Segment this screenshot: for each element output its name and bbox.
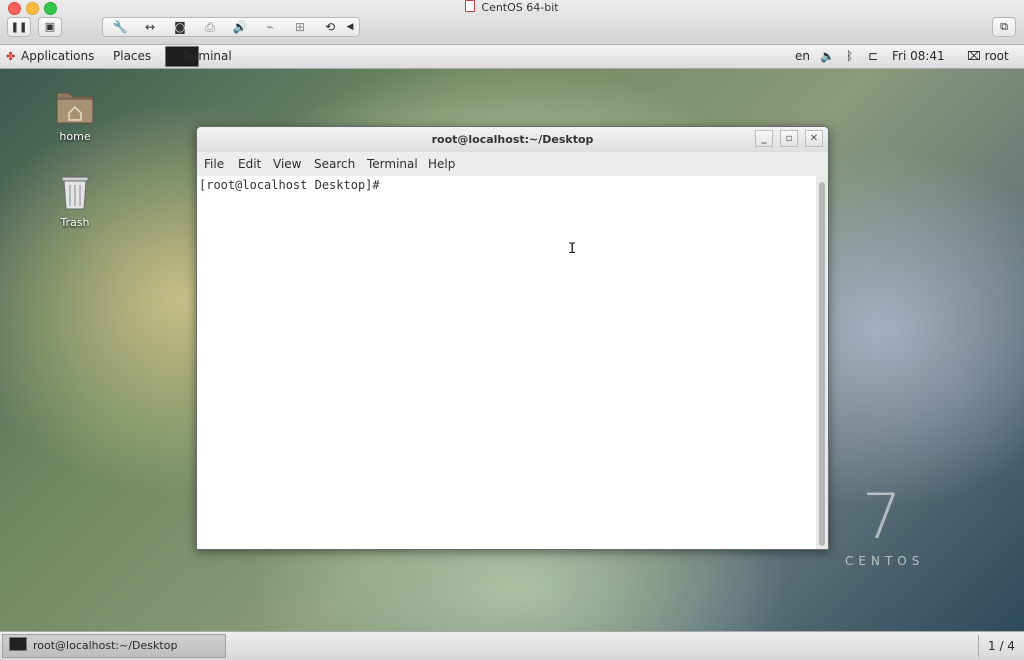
cd-disc-icon[interactable]: ◙ (167, 18, 193, 36)
menu-terminal[interactable]: Terminal (367, 152, 418, 176)
menu-edit[interactable]: Edit (238, 152, 261, 176)
clock-label: Fri 08:41 (892, 49, 945, 63)
user-icon: ⌧ (967, 49, 981, 63)
bluetooth-icon[interactable]: ᛒ (846, 45, 853, 68)
printer-icon[interactable]: ⎙ (197, 18, 223, 36)
scrollbar-thumb[interactable] (819, 182, 825, 546)
home-label: home (59, 130, 91, 143)
snapshot-button[interactable]: ▣ (38, 17, 62, 37)
gnome-bottom-panel: root@localhost:~/Desktop 1 / 4 (0, 631, 1024, 660)
vm-document-icon (465, 0, 476, 12)
user-menu[interactable]: ⌧ root (967, 45, 1009, 68)
lang-label: en (795, 49, 810, 63)
fullscreen-icon: ⧉ (1000, 20, 1008, 33)
network-icon[interactable]: ⊏ (868, 45, 878, 68)
keyboard-layout-indicator[interactable]: en (795, 45, 810, 68)
home-folder-icon[interactable]: home (40, 87, 110, 143)
places-label: Places (113, 49, 152, 63)
terminal-window[interactable]: root@localhost:~/Desktop _ ▫ ✕ File Edit… (196, 126, 829, 550)
menu-file[interactable]: File (204, 152, 224, 176)
menu-search[interactable]: Search (314, 152, 355, 176)
terminal-app-icon (9, 637, 27, 651)
trash-icon[interactable]: Trash (40, 173, 110, 229)
minimize-button[interactable]: _ (755, 130, 773, 147)
applications-menu[interactable]: ✤ Applications (6, 45, 94, 68)
maximize-button[interactable]: ▫ (780, 130, 798, 147)
collapse-arrow-icon[interactable]: ◀ (341, 18, 359, 36)
text-cursor-icon: I (568, 241, 577, 257)
terminal-task-label: Terminal (181, 49, 232, 63)
terminal-titlebar[interactable]: root@localhost:~/Desktop _ ▫ ✕ (197, 127, 828, 152)
taskbar-terminal-label: root@localhost:~/Desktop (33, 639, 178, 652)
trash-can-icon (61, 176, 89, 210)
taskbar-terminal-item[interactable]: root@localhost:~/Desktop (2, 634, 226, 658)
terminal-title: root@localhost:~/Desktop (431, 133, 594, 146)
snapshot-icon: ▣ (44, 20, 56, 33)
centos-logo-word: CENTOS (845, 554, 925, 568)
gnome-top-panel: ✤ Applications Places Terminal en 🔈 ᛒ ⊏ … (0, 45, 1024, 69)
clock[interactable]: Fri 08:41 (892, 45, 945, 68)
user-label: root (984, 49, 1009, 63)
network-arrows-icon[interactable]: ↔ (137, 18, 163, 36)
sound-icon[interactable]: 🔊 (227, 18, 253, 36)
gnome-foot-icon: ✤ (6, 50, 16, 63)
fullscreen-button[interactable]: ⧉ (992, 17, 1016, 37)
terminal-menubar: File Edit View Search Terminal Help (197, 152, 828, 177)
trash-label: Trash (60, 216, 90, 229)
refresh-icon[interactable]: ⟲ (317, 18, 343, 36)
terminal-scrollbar[interactable] (816, 176, 828, 549)
vm-host-titlebar: CentOS 64-bit ❚❚ ▣ 🔧 ↔ ◙ ⎙ 🔊 ⌁ ⊞ ⟲ ◀ ⧉ (0, 0, 1024, 45)
vm-title-text: CentOS 64-bit (481, 1, 559, 14)
terminal-text-area[interactable]: [root@localhost Desktop]# I (197, 176, 816, 549)
folder-icon (56, 92, 94, 124)
terminal-task-label-wrap[interactable]: Terminal (181, 45, 232, 68)
pause-button[interactable]: ❚❚ (7, 17, 31, 37)
volume-icon[interactable]: 🔈 (820, 45, 835, 68)
workspace-divider (978, 635, 979, 657)
workspace-switcher[interactable]: 1 / 4 (988, 632, 1015, 660)
settings-wrench-icon[interactable]: 🔧 (107, 18, 133, 36)
applications-label: Applications (21, 49, 95, 63)
camera-share-icon[interactable]: ⊞ (287, 18, 313, 36)
centos-logo-number: 7 (862, 480, 902, 553)
pause-icon: ❚❚ (10, 22, 28, 33)
places-menu[interactable]: Places (113, 45, 151, 68)
vm-title: CentOS 64-bit (0, 0, 1024, 16)
close-button[interactable]: ✕ (805, 130, 823, 147)
shell-prompt: [root@localhost Desktop]# (199, 178, 380, 192)
menu-help[interactable]: Help (428, 152, 455, 176)
usb-icon[interactable]: ⌁ (257, 18, 283, 36)
vm-toolbar-group: 🔧 ↔ ◙ ⎙ 🔊 ⌁ ⊞ ⟲ ◀ (102, 17, 360, 37)
menu-view[interactable]: View (273, 152, 301, 176)
